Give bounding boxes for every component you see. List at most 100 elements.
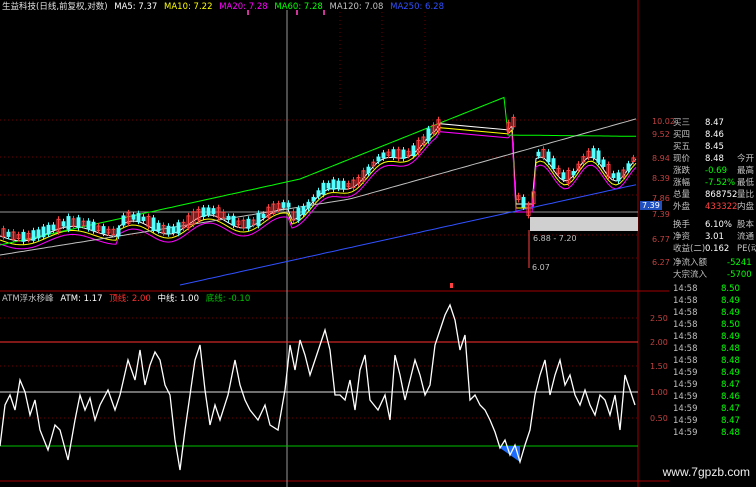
candle-body [571,171,576,176]
flow-label: 大宗流入 [673,270,708,280]
tick-price: 8.49 [721,332,740,342]
tick-price: 8.49 [721,368,740,378]
quote-label: 净资 [673,232,691,242]
tick-price: 8.48 [721,344,740,354]
price-tick-label: 6.27 [652,258,670,267]
candle-body [206,207,211,215]
tick-row[interactable]: 14:59 8.48 [669,428,756,439]
candle-body [151,217,156,232]
candle-body [331,179,336,190]
tick-row[interactable]: 14:59 8.47 [669,416,756,427]
quote-row: 涨跌 -0.69 最高 [669,166,756,177]
tick-row[interactable]: 14:58 8.48 [669,344,756,355]
indicator-fill [48,446,520,470]
candle-body [171,226,176,234]
candle-body [121,215,126,226]
tick-price: 8.49 [721,308,740,318]
stock-chart-window: 生益科技(日线,前复权,对数) MA5: 7.37 MA10: 7.22 MA2… [0,0,756,487]
candle-body [326,182,331,189]
tick-price: 8.46 [721,392,740,402]
quote-panel: 买三 8.47 买四 8.46 买五 8.45 现价 8.48 今开 涨跌 -0.69 最高 涨幅 -7… [669,0,756,487]
candle-body [286,202,291,208]
indicator-name: ATM浮水移峰 [2,294,54,304]
candle-body [551,158,556,170]
quote-label: 收益(二) [673,244,706,254]
candle-body [616,172,621,182]
atm-value: ATM: 1.17 [60,294,103,304]
candle-body [66,216,71,230]
range-annotation: 6.88 - 7.20 [533,234,577,243]
candle-body [156,222,161,232]
tick-row[interactable]: 14:59 8.47 [669,380,756,391]
stock-title: 生益科技(日线,前复权,对数) [2,2,108,12]
quote-extra: 最低 [737,178,755,188]
tick-row[interactable]: 14:58 8.49 [669,296,756,307]
quote-label: 外盘 [673,202,691,212]
quote-row: 涨幅 -7.52% 最低 [669,178,756,189]
candle-body [246,218,251,229]
candle-body [41,226,46,238]
quote-extra: 量比 [737,190,755,200]
candle-body [316,190,321,197]
quote-value: 433322 [705,202,738,212]
candle-body [256,212,261,226]
quote-label: 买三 [673,118,691,128]
tick-row[interactable]: 14:58 8.50 [669,320,756,331]
candle-body [116,227,121,237]
mid-line-value: 中线: 1.00 [157,294,199,304]
quote-value: 8.47 [705,118,724,128]
candle-body [61,221,66,227]
candle-body [101,226,106,234]
candle-body [166,225,171,235]
flow-label: 净流入额 [673,258,708,268]
indicator-tick-label: 1.50 [650,362,668,371]
candle-body [211,208,216,215]
tick-time: 14:59 [673,392,698,402]
candle-body [391,149,396,158]
candle-body [596,150,601,163]
atm-line [0,303,636,471]
candle-body [561,172,566,180]
candle-body [261,213,266,219]
candle-body [131,214,136,220]
quote-row: 现价 8.48 今开 [669,154,756,165]
price-chart[interactable] [0,0,669,487]
quote-value: 0.162 [705,244,730,254]
tick-price: 8.50 [721,320,740,330]
quote-row: 收益(二)0.162 PE(动) [669,244,756,255]
candle-body [521,196,526,208]
candle-body [176,222,181,234]
price-tick-label: 9.52 [652,130,670,139]
quote-label: 涨跌 [673,166,691,176]
candle-body [426,128,431,142]
tick-row[interactable]: 14:58 8.49 [669,332,756,343]
tick-row[interactable]: 14:59 8.49 [669,368,756,379]
quote-value: 8.48 [705,154,724,164]
candle-body [46,224,51,235]
tick-row[interactable]: 14:58 8.48 [669,356,756,367]
candle-body [6,231,11,237]
candle-body [231,215,236,226]
low-annotation: 6.07 [532,263,550,272]
ma10-value: MA10: 7.22 [164,2,213,12]
candle-body [536,151,541,157]
quote-value: 868752 [705,190,738,200]
tick-row[interactable]: 14:58 8.50 [669,284,756,295]
tick-time: 14:58 [673,308,698,318]
quote-row: 换手 6.10% 股本 [669,220,756,231]
candle-body [366,166,371,174]
quote-row: 总量 868752 量比 [669,190,756,201]
tick-row[interactable]: 14:59 8.46 [669,392,756,403]
quote-row: 买四 8.46 [669,130,756,141]
candle-body [296,207,301,221]
candle-body [321,182,326,195]
price-tick-label: 7.39 [652,210,670,219]
tick-row[interactable]: 14:58 8.49 [669,308,756,319]
indicator-tick-label: 2.50 [650,314,668,323]
ma5-value: MA5: 7.37 [114,2,158,12]
indicator-tick-label: 0.50 [650,414,668,423]
tick-row[interactable]: 14:59 8.47 [669,404,756,415]
quote-label: 买四 [673,130,691,140]
indicator-legend: ATM浮水移峰 ATM: 1.17 顶线: 2.00 中线: 1.00 底线: … [2,293,254,305]
candle-body [301,205,306,215]
